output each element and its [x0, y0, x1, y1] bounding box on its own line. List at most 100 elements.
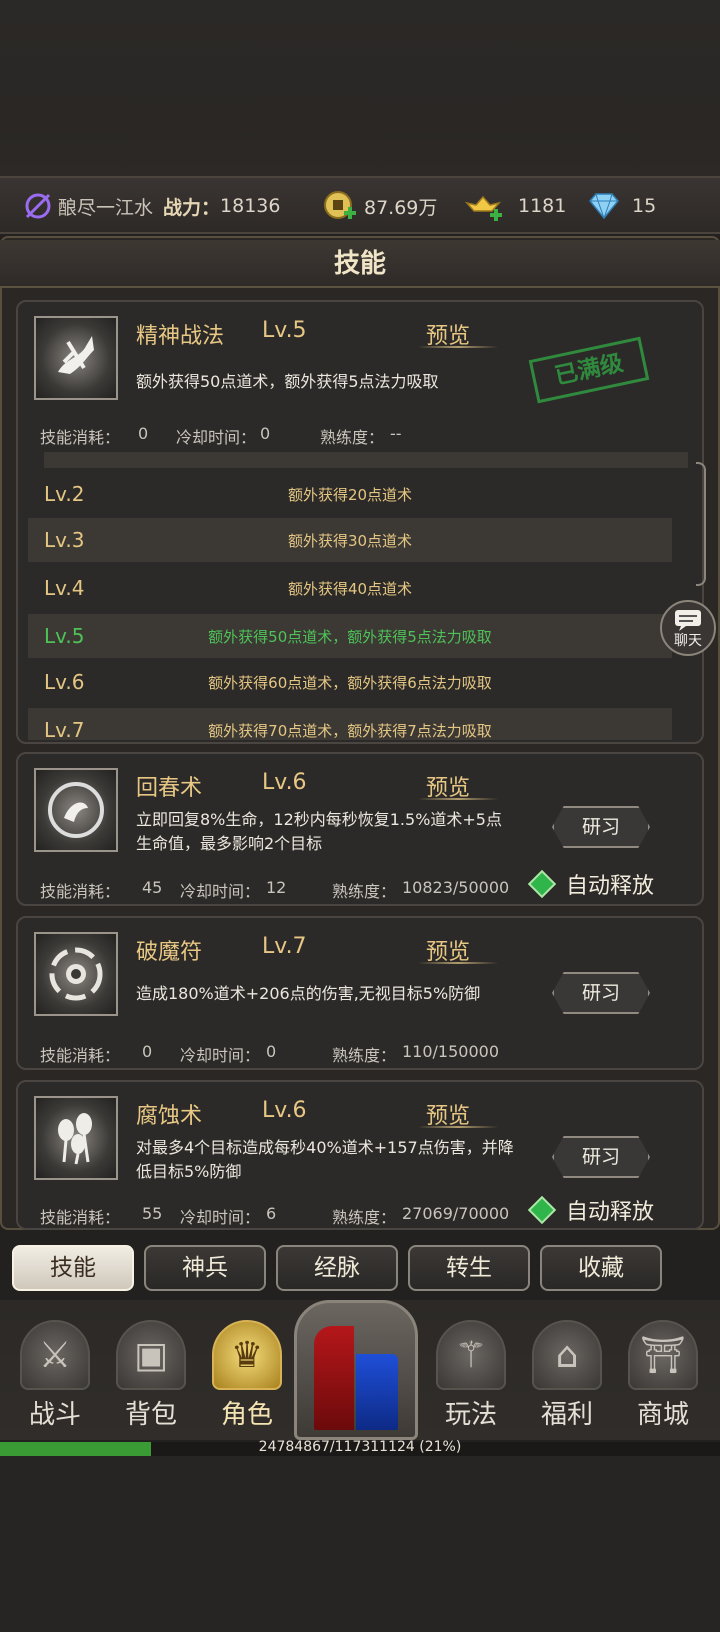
auto-cast-label: 自动释放 — [566, 874, 655, 899]
cost-value: 55 — [142, 1204, 163, 1223]
shop-pagoda-icon: ⛩ — [628, 1320, 698, 1390]
diamond-stat[interactable]: 15 — [586, 186, 656, 226]
tab-rebirth[interactable]: 转生 — [408, 1245, 530, 1291]
hp-mp-portal[interactable] — [294, 1300, 418, 1440]
skill-card[interactable]: 腐蚀术 Lv.6 预览 对最多4个目标造成每秒40%道术+157点伤害，并降低目… — [16, 1080, 704, 1230]
nav-label: 商城 — [636, 1400, 689, 1430]
player-name: 酿尽一江水 — [58, 196, 154, 219]
scrollbar[interactable] — [696, 462, 706, 586]
skill-name: 回春术 — [136, 776, 203, 801]
level-row: Lv.7 额外获得70点道术，额外获得7点法力吸取 — [28, 708, 672, 740]
preview-underline — [418, 346, 498, 348]
panel-title: 技能 — [0, 240, 720, 288]
level-row-current: Lv.5 额外获得50点道术，额外获得5点法力吸取 — [28, 614, 672, 658]
nav-gameplay[interactable]: ⚚ 玩法 — [428, 1320, 514, 1442]
cooldown-value: 12 — [266, 878, 287, 897]
proficiency-label: 熟练度： — [332, 1046, 397, 1065]
level-list[interactable]: Lv.2 额外获得20点道术 Lv.3 额外获得30点道术 Lv.4 额外获得40点道… — [16, 452, 704, 740]
ingot-value: 1181 — [518, 195, 567, 217]
level-desc: 额外获得70点道术，额外获得7点法力吸取 — [208, 721, 492, 740]
cost-label: 技能消耗： — [40, 1208, 121, 1227]
proficiency-value: -- — [390, 424, 402, 443]
nav-label: 背包 — [124, 1400, 177, 1430]
auto-cast-label: 自动释放 — [566, 1200, 655, 1225]
maxed-stamp: 已满级 — [528, 336, 650, 404]
study-button[interactable]: 研习 — [552, 806, 650, 848]
power-value: 18136 — [220, 195, 281, 217]
level-desc: 额外获得60点道术，额外获得6点法力吸取 — [208, 673, 492, 692]
green-gem-icon — [527, 869, 557, 899]
diamond-icon — [589, 193, 619, 220]
nav-label: 玩法 — [444, 1400, 497, 1430]
ingot-stat[interactable]: 1181 — [464, 186, 566, 226]
auto-cast-toggle[interactable]: 自动释放 — [527, 868, 655, 900]
backpack-icon: ▣ — [116, 1320, 186, 1390]
nav-shop[interactable]: ⛩ 商城 — [620, 1320, 706, 1442]
tab-divine-weapon[interactable]: 神兵 — [144, 1245, 266, 1291]
nav-welfare[interactable]: ⌂ 福利 — [524, 1320, 610, 1442]
hp-orb — [314, 1326, 354, 1430]
level-desc: 额外获得40点道术 — [287, 579, 413, 598]
vip-icon — [25, 193, 51, 219]
coin-icon — [324, 191, 356, 219]
skill-name: 破魔符 — [136, 940, 203, 965]
rejuvenation-skill-icon — [34, 768, 118, 852]
cooldown-label: 冷却时间： — [180, 1046, 261, 1065]
crossed-swords-icon: ⚔ — [20, 1320, 90, 1390]
cooldown-value: 0 — [260, 424, 271, 443]
chat-label: 聊天 — [674, 633, 702, 649]
preview-underline — [418, 798, 498, 800]
tab-meridians[interactable]: 经脉 — [276, 1245, 398, 1291]
skill-card[interactable]: 破魔符 Lv.7 预览 造成180%道术+206点的伤害,无视目标5%防御 研习… — [16, 916, 704, 1070]
skill-level: Lv.7 — [262, 934, 307, 959]
coin-stat[interactable]: 87.69万 — [322, 186, 437, 226]
nav-label: 福利 — [540, 1400, 593, 1430]
cooldown-value: 0 — [266, 1042, 277, 1061]
skill-card[interactable]: 回春术 Lv.6 预览 立即回复8%生命，12秒内每秒恢复1.5%道术+5点生命… — [16, 752, 704, 906]
top-background — [0, 0, 720, 176]
player-info[interactable]: 酿尽一江水 战力： 18136 — [22, 186, 280, 226]
cost-label: 技能消耗： — [40, 1046, 121, 1065]
proficiency-value: 27069/70000 — [402, 1204, 510, 1223]
tab-skills[interactable]: 技能 — [12, 1245, 134, 1291]
skill-level: Lv.6 — [262, 1098, 307, 1123]
tab-collection[interactable]: 收藏 — [540, 1245, 662, 1291]
cooldown-label: 冷却时间： — [180, 1208, 261, 1227]
cost-label: 技能消耗： — [40, 882, 121, 901]
cost-value: 45 — [142, 878, 163, 897]
list-row-partial — [44, 452, 688, 468]
sword-slash-icon: ⚚ — [436, 1320, 506, 1390]
cost-value: 0 — [138, 424, 149, 443]
chat-button[interactable]: 聊天 — [660, 600, 716, 656]
level-desc: 额外获得30点道术 — [287, 531, 413, 550]
gold-ingot-icon — [464, 195, 502, 221]
power-label: 战力： — [163, 196, 221, 219]
auto-cast-toggle[interactable]: 自动释放 — [527, 1194, 655, 1226]
preview-underline — [418, 962, 498, 964]
spirit-tactic-skill-icon — [34, 316, 118, 400]
skill-level: Lv.6 — [262, 770, 307, 795]
proficiency-label: 熟练度： — [332, 1208, 397, 1227]
bottom-background — [0, 1456, 720, 1632]
skill-level: Lv.5 — [262, 318, 307, 343]
preview-underline — [418, 1126, 498, 1128]
cooldown-value: 6 — [266, 1204, 277, 1223]
break-magic-talisman-skill-icon — [34, 932, 118, 1016]
skill-description: 对最多4个目标造成每秒40%道术+157点伤害，并降低目标5%防御 — [136, 1138, 514, 1181]
cost-value: 0 — [142, 1042, 153, 1061]
level-row: Lv.2 额外获得20点道术 — [28, 472, 672, 516]
skill-name: 精神战法 — [136, 324, 225, 349]
nav-bag[interactable]: ▣ 背包 — [108, 1320, 194, 1442]
level-desc: 额外获得20点道术 — [287, 485, 413, 504]
nav-label: 战斗 — [28, 1400, 81, 1430]
proficiency-value: 110/150000 — [402, 1042, 500, 1061]
level-row: Lv.3 额外获得30点道术 — [28, 518, 672, 562]
study-button[interactable]: 研习 — [552, 1136, 650, 1178]
nav-character[interactable]: ♛ 角色 — [204, 1320, 290, 1442]
study-button[interactable]: 研习 — [552, 972, 650, 1014]
skill-name: 腐蚀术 — [136, 1104, 203, 1129]
nav-battle[interactable]: ⚔ 战斗 — [12, 1320, 98, 1442]
green-gem-icon — [527, 1195, 557, 1225]
proficiency-label: 熟练度： — [332, 882, 397, 901]
crown-helmet-icon: ♛ — [212, 1320, 282, 1390]
